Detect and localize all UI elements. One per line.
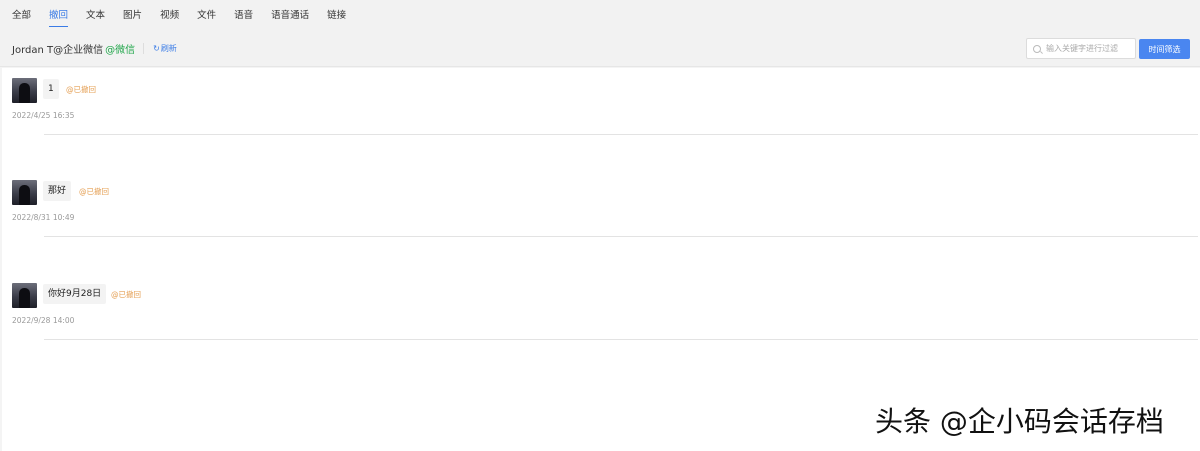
watermark: 头条 @企小码会话存档	[875, 405, 1164, 438]
message-time: 2022/8/31 10:49	[12, 213, 75, 222]
refresh-button[interactable]: ↻ 刷新	[153, 43, 177, 54]
tab-recalled[interactable]: 撤回	[49, 9, 69, 27]
tab-file[interactable]: 文件	[197, 9, 216, 27]
tab-voice[interactable]: 语音	[234, 9, 253, 27]
tab-all[interactable]: 全部	[12, 9, 31, 27]
avatar	[12, 180, 37, 205]
recalled-badge: @已撤回	[79, 187, 109, 196]
message-divider	[44, 134, 1198, 135]
contact-name: Jordan T@企业微信	[12, 45, 104, 56]
message-bubble: 那好	[43, 181, 72, 201]
tab-video[interactable]: 视频	[160, 9, 179, 27]
message-item: 那好 @已撤回 2022/8/31 10:49	[2, 170, 1200, 270]
search-box[interactable]	[1026, 38, 1136, 59]
avatar	[12, 78, 37, 103]
message-divider	[44, 339, 1198, 340]
message-divider	[44, 236, 1198, 237]
time-filter-button[interactable]: 时间筛选	[1139, 39, 1190, 59]
message-type-tabs: 全部 撤回 文本 图片 视频 文件 语音 语音通话 链接	[12, 9, 364, 27]
tab-image[interactable]: 图片	[123, 9, 142, 27]
avatar	[12, 283, 37, 308]
tab-text[interactable]: 文本	[86, 9, 105, 27]
message-item: 你好9月28日 @已撤回 2022/9/28 14:00	[2, 273, 1200, 373]
refresh-label: 刷新	[160, 44, 177, 53]
platform-badge: @微信	[105, 45, 136, 56]
tab-link[interactable]: 链接	[327, 9, 346, 27]
message-item: 1 @已撤回 2022/4/25 16:35	[2, 68, 1200, 168]
message-time: 2022/4/25 16:35	[12, 111, 75, 120]
message-list: 1 @已撤回 2022/4/25 16:35 那好 @已撤回 2022/8/31…	[2, 68, 1200, 451]
recalled-badge: @已撤回	[66, 85, 96, 94]
tab-voice-call[interactable]: 语音通话	[271, 9, 309, 27]
divider	[143, 43, 145, 54]
message-bubble: 你好9月28日	[43, 284, 107, 304]
top-bar: 全部 撤回 文本 图片 视频 文件 语音 语音通话 链接 Jordan T@企业…	[0, 0, 1200, 67]
recalled-badge: @已撤回	[111, 290, 141, 299]
contact-header: Jordan T@企业微信 @微信 ↻ 刷新	[12, 41, 177, 56]
message-bubble: 1	[43, 79, 59, 99]
message-time: 2022/9/28 14:00	[12, 316, 75, 325]
search-input[interactable]	[1046, 44, 1131, 53]
refresh-icon: ↻	[153, 44, 160, 53]
search-icon	[1033, 44, 1041, 53]
